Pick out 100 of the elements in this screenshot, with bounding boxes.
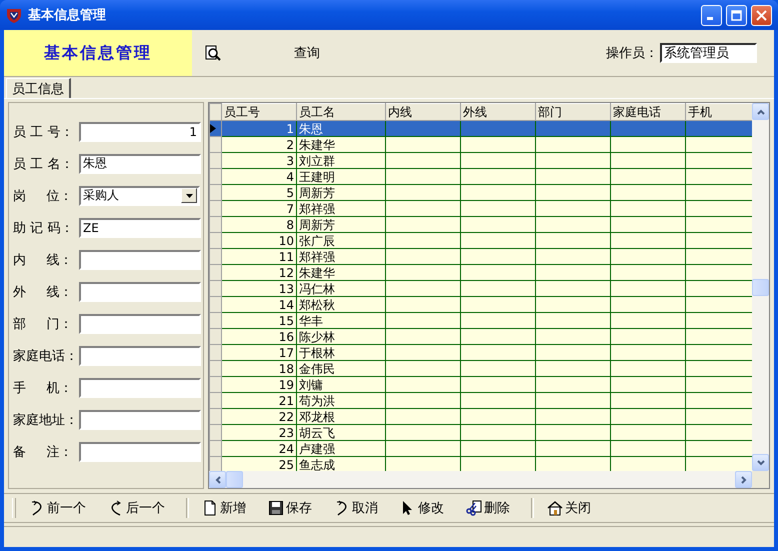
- table-row[interactable]: 2 朱建华: [210, 136, 752, 152]
- table-row[interactable]: 21 苟为洪: [210, 392, 752, 408]
- operator-field[interactable]: 系统管理员: [660, 43, 757, 63]
- table-row[interactable]: 23 胡云飞: [210, 424, 752, 440]
- scroll-left-button[interactable]: [209, 471, 226, 488]
- close-button[interactable]: [751, 4, 772, 26]
- table-cell: [686, 216, 752, 232]
- column-header[interactable]: 内线: [386, 104, 460, 120]
- chevron-icon: [756, 458, 764, 466]
- banner-title: 基本信息管理: [4, 30, 192, 76]
- table-cell: 周新芳: [296, 216, 386, 232]
- input-field[interactable]: [79, 346, 201, 366]
- maximize-button[interactable]: [726, 4, 747, 26]
- table-row[interactable]: 11 郑祥强: [210, 248, 752, 264]
- table-row[interactable]: 18 金伟民: [210, 360, 752, 376]
- query-button[interactable]: 查询: [294, 44, 320, 62]
- toolbar-button[interactable]: 修改: [395, 497, 449, 519]
- dropdown-field[interactable]: 采购人: [79, 186, 200, 206]
- toolbar-button[interactable]: 后一个: [103, 497, 170, 519]
- table-row[interactable]: 1 朱恩: [210, 120, 752, 136]
- table-row[interactable]: 8 周新芳: [210, 216, 752, 232]
- table-cell: 华丰: [296, 312, 386, 328]
- table-cell: 周新芳: [296, 184, 386, 200]
- toolbar-button[interactable]: 关闭: [542, 497, 596, 519]
- toolbar-button[interactable]: 取消: [329, 497, 383, 519]
- scroll-down-button[interactable]: [752, 454, 769, 471]
- table-cell: [686, 328, 752, 344]
- table-cell: [686, 280, 752, 296]
- table-row[interactable]: 5 周新芳: [210, 184, 752, 200]
- column-header[interactable]: 家庭电话: [610, 104, 686, 120]
- column-header[interactable]: 员工号: [222, 104, 296, 120]
- table-row[interactable]: 4 王建明: [210, 168, 752, 184]
- input-field[interactable]: 朱恩: [79, 154, 201, 174]
- column-header[interactable]: 手机: [686, 104, 752, 120]
- table-row[interactable]: 16 陈少林: [210, 328, 752, 344]
- scroll-up-button[interactable]: [752, 103, 769, 120]
- house-icon: [547, 500, 563, 516]
- table-cell: 朱恩: [296, 120, 386, 136]
- table-cell: 16: [222, 328, 296, 344]
- field-label: 内 线：: [13, 252, 74, 268]
- scrollbar-thumb[interactable]: [226, 471, 243, 488]
- scroll-right-button[interactable]: [735, 471, 752, 488]
- toolbar-button[interactable]: 保存: [263, 497, 317, 519]
- field-label: 岗 位：: [13, 188, 74, 204]
- input-field[interactable]: [79, 378, 201, 398]
- table-cell: [686, 360, 752, 376]
- table-cell: 邓龙根: [296, 408, 386, 424]
- table-cell: 13: [222, 280, 296, 296]
- field-label: 家庭电话：: [13, 348, 79, 364]
- table-row[interactable]: 12 朱建华: [210, 264, 752, 280]
- table-cell: 郑祥强: [296, 248, 386, 264]
- field-label: 家庭地址：: [13, 412, 79, 428]
- table-cell: [686, 184, 752, 200]
- table-row[interactable]: 13 冯仁林: [210, 280, 752, 296]
- table-cell: 朱建华: [296, 264, 386, 280]
- input-field[interactable]: 1: [79, 122, 201, 142]
- table-cell: [686, 392, 752, 408]
- table-row[interactable]: 25 鱼志成: [210, 456, 752, 471]
- chevron-icon: [740, 476, 748, 484]
- input-field[interactable]: ZE: [79, 218, 201, 238]
- field-label: 外 线：: [13, 284, 74, 300]
- table-cell: [686, 344, 752, 360]
- table-row[interactable]: 24 卢建强: [210, 440, 752, 456]
- table-cell: 陈少林: [296, 328, 386, 344]
- dropdown-button[interactable]: [181, 188, 197, 203]
- minimize-button[interactable]: [701, 4, 722, 26]
- table-cell: 鱼志成: [296, 456, 386, 471]
- table-row[interactable]: 14 郑松秋: [210, 296, 752, 312]
- input-field[interactable]: [79, 250, 201, 270]
- table-cell: [686, 376, 752, 392]
- column-header[interactable]: 外线: [460, 104, 536, 120]
- table-cell: 胡云飞: [296, 424, 386, 440]
- table-cell: 11: [222, 248, 296, 264]
- table-cell: [686, 296, 752, 312]
- table-row[interactable]: 7 郑祥强: [210, 200, 752, 216]
- table-row[interactable]: 10 张广辰: [210, 232, 752, 248]
- table-row[interactable]: 22 邓龙根: [210, 408, 752, 424]
- scrollbar-thumb[interactable]: [752, 278, 769, 296]
- field-label: 手 机：: [13, 380, 74, 396]
- column-header[interactable]: 部门: [536, 104, 610, 120]
- table-cell: 5: [222, 184, 296, 200]
- table-cell: 21: [222, 392, 296, 408]
- field-label: 助 记 码：: [13, 220, 74, 236]
- toolbar-button[interactable]: 删除: [461, 497, 515, 519]
- table-cell: 14: [222, 296, 296, 312]
- input-field[interactable]: [79, 282, 201, 302]
- column-header[interactable]: 员工名: [296, 104, 386, 120]
- input-field[interactable]: [79, 410, 201, 430]
- table-cell: 3: [222, 152, 296, 168]
- table-cell: 冯仁林: [296, 280, 386, 296]
- toolbar-button[interactable]: 新增: [197, 497, 251, 519]
- tab[interactable]: 员工信息: [6, 78, 71, 98]
- input-field[interactable]: [79, 442, 201, 462]
- table-row[interactable]: 17 于根林: [210, 344, 752, 360]
- toolbar-button[interactable]: 前一个: [24, 497, 91, 519]
- table-row[interactable]: 3 刘立群: [210, 152, 752, 168]
- table-row[interactable]: 15 华丰: [210, 312, 752, 328]
- table-cell: [686, 152, 752, 168]
- input-field[interactable]: [79, 314, 201, 334]
- table-row[interactable]: 19 刘镛: [210, 376, 752, 392]
